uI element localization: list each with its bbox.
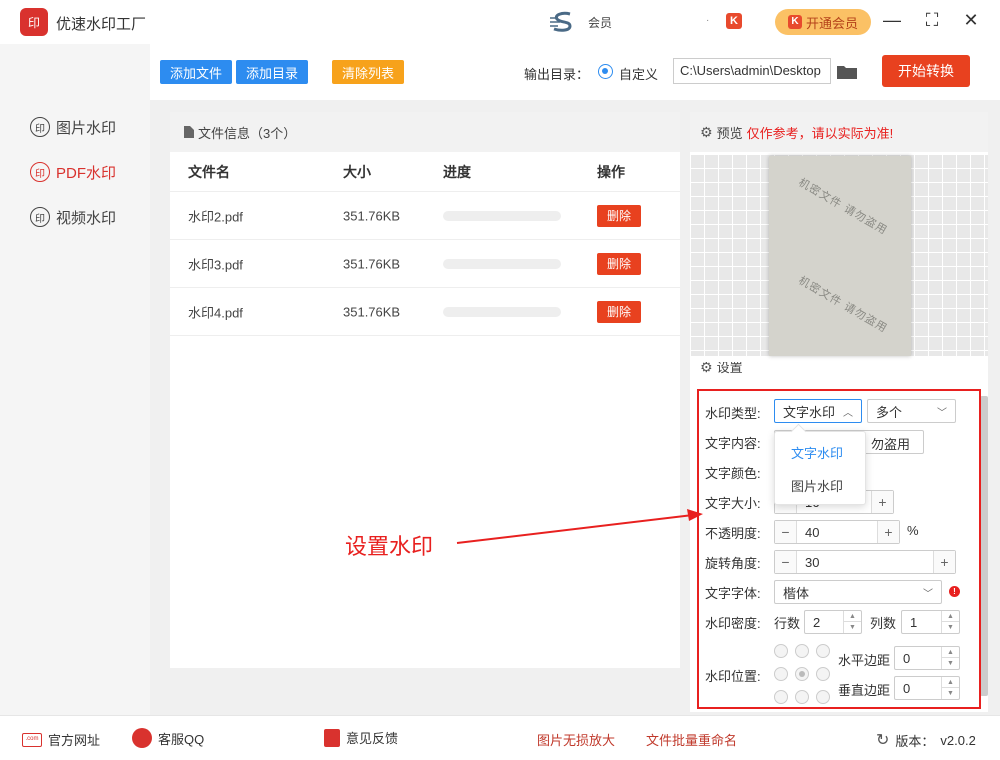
folder-icon[interactable] (837, 64, 857, 79)
title-bar: 印 优速水印工厂 会员 · K K 开通会员 — ⛶ ✕ (0, 0, 1000, 44)
customer-service-label: 客服QQ (158, 731, 205, 747)
version-info: ↻ 版本： v2.0.2 (876, 730, 976, 750)
close-icon[interactable]: ✕ (959, 10, 983, 31)
settings-title: 设置 (716, 362, 743, 375)
batch-rename-link[interactable]: 文件批量重命名 (646, 730, 737, 749)
watermark-stamp-icon: 印 (30, 162, 50, 182)
file-name: 水印3.pdf (188, 257, 243, 272)
preview-watermark: 机密文件 请勿盗用 (796, 273, 890, 336)
file-panel: 文件信息（3个） 文件名 大小 进度 操作 水印2.pdf 351.76KB 删… (170, 112, 680, 668)
start-convert-button[interactable]: 开始转换 (882, 55, 970, 87)
add-directory-button[interactable]: 添加目录 (236, 60, 308, 84)
table-row: 水印2.pdf 351.76KB 删除 (170, 192, 680, 240)
clear-list-button[interactable]: 清除列表 (332, 60, 404, 84)
feedback-icon (324, 728, 340, 747)
toolbar: 添加文件 添加目录 清除列表 输出目录： 自定义 (150, 44, 1000, 100)
col-action: 操作 (597, 163, 625, 180)
gear-icon: ⚙ (700, 123, 713, 140)
preview-panel: ⚙ 预览 仅作参考，请以实际为准! 机密文件 请勿盗用 机密文件 请勿盗用 (690, 112, 988, 362)
file-size: 351.76KB (343, 256, 401, 271)
progress-bar (443, 210, 561, 221)
vip-k-icon: K (787, 15, 802, 29)
sidebar (0, 44, 150, 715)
file-size: 351.76KB (343, 304, 401, 319)
customer-service-icon (132, 728, 152, 748)
progress-bar (443, 306, 561, 317)
settings-scrollbar[interactable] (980, 396, 988, 696)
file-icon (184, 126, 194, 138)
sidebar-item-label: 图片水印 (56, 119, 117, 137)
vip-button-label: 开通会员 (805, 15, 858, 31)
brand-s-icon (550, 11, 572, 32)
official-website-label: 官方网址 (48, 733, 101, 748)
output-dir-label: 输出目录： (524, 67, 590, 82)
file-name: 水印4.pdf (188, 305, 243, 320)
version-label: 版本： (895, 733, 935, 749)
file-name: 水印2.pdf (188, 209, 243, 224)
website-icon: .com (22, 732, 42, 747)
image-upscale-link[interactable]: 图片无损放大 (537, 730, 615, 749)
table-row: 水印4.pdf 351.76KB 删除 (170, 288, 680, 336)
col-size: 大小 (343, 163, 371, 180)
delete-button[interactable]: 删除 (597, 300, 641, 323)
official-website-link[interactable]: .com 官方网址 (22, 730, 100, 749)
preview-page: 机密文件 请勿盗用 机密文件 请勿盗用 (769, 156, 911, 356)
customer-service-link[interactable]: 客服QQ (132, 728, 204, 748)
file-panel-header: 文件信息（3个） (170, 112, 680, 152)
preview-note: 仅作参考，请以实际为准! (746, 125, 894, 141)
output-path-input[interactable]: C:\Users\admin\Desktop (673, 58, 831, 84)
file-info-title: 文件信息（3个） (198, 125, 297, 141)
gear-icon: ⚙ (700, 362, 713, 375)
delete-button[interactable]: 删除 (597, 204, 641, 227)
user-dropdown-icon[interactable]: · (706, 15, 709, 26)
settings-header: ⚙ 设置 (700, 362, 743, 376)
col-name: 文件名 (188, 163, 230, 180)
sidebar-item-label: 视频水印 (56, 209, 117, 227)
preview-watermark: 机密文件 请勿盗用 (796, 175, 890, 238)
col-progress: 进度 (443, 163, 471, 180)
sidebar-item-video-watermark[interactable]: 印 视频水印 (30, 205, 116, 229)
progress-bar (443, 258, 561, 269)
annotation-label: 设置水印 (345, 534, 434, 559)
settings-highlight-box (697, 389, 981, 709)
app-title: 优速水印工厂 (56, 16, 147, 33)
sidebar-item-image-watermark[interactable]: 印 图片水印 (30, 115, 116, 139)
delete-button[interactable]: 删除 (597, 252, 641, 275)
feedback-link[interactable]: 意见反馈 (324, 728, 398, 747)
sidebar-item-label: PDF水印 (56, 164, 117, 182)
version-value: v2.0.2 (940, 732, 976, 748)
watermark-stamp-icon: 印 (30, 117, 50, 137)
table-row: 水印3.pdf 351.76KB 删除 (170, 240, 680, 288)
preview-header: ⚙ 预览 仅作参考，请以实际为准! (690, 112, 988, 152)
vip-button[interactable]: K 开通会员 (775, 9, 871, 35)
file-table-header: 文件名 大小 进度 操作 (170, 152, 680, 192)
file-size: 351.76KB (343, 208, 401, 223)
minimize-icon[interactable]: — (880, 10, 904, 31)
preview-label: 预览 (716, 125, 743, 141)
refresh-icon[interactable]: ↻ (876, 730, 889, 750)
feedback-label: 意见反馈 (346, 731, 399, 746)
footer: .com 官方网址 客服QQ 意见反馈 图片无损放大 文件批量重命名 ↻ 版本：… (0, 715, 1000, 760)
k-badge-icon: K (726, 13, 742, 29)
add-file-button[interactable]: 添加文件 (160, 60, 232, 84)
preview-canvas: 机密文件 请勿盗用 机密文件 请勿盗用 (690, 154, 988, 356)
custom-radio[interactable] (598, 64, 613, 79)
maximize-icon[interactable]: ⛶ (920, 10, 944, 31)
redaction-bar (212, 731, 292, 744)
custom-radio-label: 自定义 (619, 67, 659, 82)
sidebar-item-pdf-watermark[interactable]: 印 PDF水印 (30, 160, 116, 184)
watermark-stamp-icon: 印 (30, 207, 50, 227)
app-logo-icon: 印 (20, 8, 48, 36)
member-label: 会员 (588, 16, 613, 30)
annotation-arrow-icon (456, 509, 703, 544)
